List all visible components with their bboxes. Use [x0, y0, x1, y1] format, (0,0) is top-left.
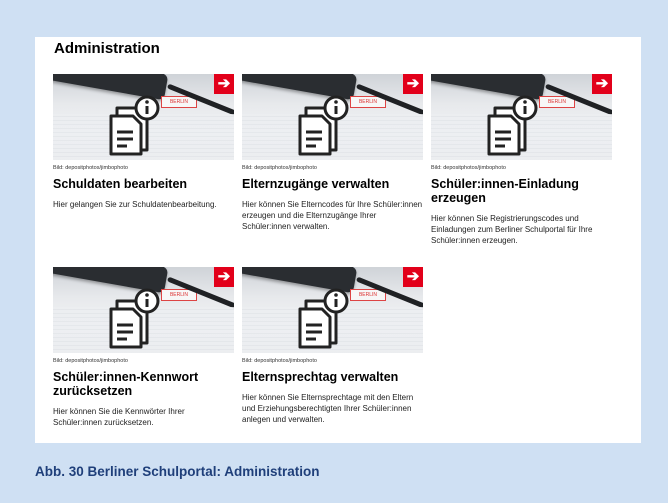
- document-info-icon: [109, 95, 160, 156]
- card-description: Hier können Sie Elterncodes für Ihre Sch…: [242, 200, 423, 231]
- card-image[interactable]: BERLIN ➔: [242, 74, 423, 160]
- arrow-right-icon[interactable]: ➔: [592, 74, 612, 94]
- card-description: Hier können Sie Elternsprechtage mit den…: [242, 393, 414, 424]
- card-image[interactable]: BERLIN ➔: [53, 74, 234, 160]
- arrow-right-icon[interactable]: ➔: [214, 74, 234, 94]
- card-elternsprechtag-verwalten[interactable]: BERLIN ➔ Bild: depositphotos/jimbophoto …: [242, 267, 423, 425]
- card-schuelerinnen-einladung-erzeugen[interactable]: BERLIN ➔ Bild: depositphotos/jimbophoto …: [431, 74, 612, 246]
- card-schuelerinnen-kennwort-zuruecksetzen[interactable]: BERLIN ➔ Bild: depositphotos/jimbophoto …: [53, 267, 234, 428]
- arrow-right-icon[interactable]: ➔: [403, 267, 423, 287]
- image-credit: Bild: depositphotos/jimbophoto: [242, 165, 317, 171]
- document-info-icon: [298, 95, 349, 156]
- card-title[interactable]: Elternsprechtag verwalten: [242, 370, 423, 384]
- card-description: Hier können Sie Registrierungscodes und …: [431, 214, 593, 245]
- image-credit: Bild: depositphotos/jimbophoto: [53, 358, 128, 364]
- card-image[interactable]: BERLIN ➔: [242, 267, 423, 353]
- card-elternzugaenge-verwalten[interactable]: BERLIN ➔ Bild: depositphotos/jimbophoto …: [242, 74, 423, 232]
- card-title[interactable]: Schüler:innen-Einladung erzeugen: [431, 177, 612, 205]
- card-image[interactable]: BERLIN ➔: [53, 267, 234, 353]
- document-info-icon: [298, 288, 349, 349]
- card-title[interactable]: Schüler:innen-Kennwort zurücksetzen: [53, 370, 234, 398]
- administration-panel: Administration BERLIN ➔ Bild: depositpho…: [35, 37, 641, 443]
- card-description: Hier können Sie die Kennwörter Ihrer Sch…: [53, 407, 185, 427]
- arrow-right-icon[interactable]: ➔: [214, 267, 234, 287]
- image-credit: Bild: depositphotos/jimbophoto: [431, 165, 506, 171]
- section-title: Administration: [54, 40, 160, 57]
- card-title[interactable]: Elternzugänge verwalten: [242, 177, 423, 191]
- document-info-icon: [109, 288, 160, 349]
- figure-caption: Abb. 30 Berliner Schulportal: Administra…: [35, 464, 320, 479]
- card-schuldaten-bearbeiten[interactable]: BERLIN ➔ Bild: depositphotos/jimbophoto …: [53, 74, 234, 210]
- card-image[interactable]: BERLIN ➔: [431, 74, 612, 160]
- document-info-icon: [487, 95, 538, 156]
- card-description: Hier gelangen Sie zur Schuldatenbearbeit…: [53, 200, 217, 209]
- arrow-right-icon[interactable]: ➔: [403, 74, 423, 94]
- card-title[interactable]: Schuldaten bearbeiten: [53, 177, 234, 191]
- image-credit: Bild: depositphotos/jimbophoto: [242, 358, 317, 364]
- image-credit: Bild: depositphotos/jimbophoto: [53, 165, 128, 171]
